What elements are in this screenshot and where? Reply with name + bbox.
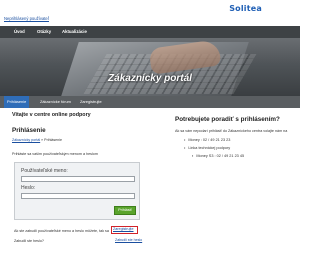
unauthenticated-user-link[interactable]: Neprihlásený používateľ xyxy=(4,16,49,21)
login-heading: Prihlásenie xyxy=(12,127,46,134)
subnav-item-forum[interactable]: Zákaznícke fórum xyxy=(40,96,71,108)
login-button[interactable]: Prihlásiť xyxy=(114,206,136,215)
register-link-highlighted[interactable]: Zaregistrujte xyxy=(111,226,138,234)
welcome-heading: Vitajte v centre online podpory xyxy=(12,112,91,118)
nav-item-updates[interactable]: Aktualizácie xyxy=(62,26,87,38)
forgot-password-text: Zabudli ste heslo? xyxy=(14,239,44,243)
help-text: Ak sa vám nepodarí prihlásiť do Zákazníc… xyxy=(175,129,288,133)
login-form: Používateľské meno: Heslo: Prihlásiť xyxy=(14,162,140,220)
top-bar: Neprihlásený používateľ Solitea xyxy=(0,0,300,24)
help-heading: Potrebujete poradiť s prihlásením? xyxy=(175,116,280,123)
username-label: Používateľské meno: xyxy=(21,168,68,174)
breadcrumb: Zákaznícky portál » Prihlásenie xyxy=(12,138,152,142)
solitea-logo[interactable]: Solitea xyxy=(229,4,262,13)
sub-nav: Prihlásenie Zákaznícke fórum Zaregistruj… xyxy=(0,96,300,108)
login-section: Vitajte v centre online podpory Prihláse… xyxy=(12,112,152,142)
help-section: Potrebujete poradiť s prihlásením? Ak sa… xyxy=(175,116,295,133)
breadcrumb-current: Prihlásenie xyxy=(44,138,62,142)
forgot-credentials-text: Ak ste zabudli používateľské meno a hesl… xyxy=(14,229,109,233)
nav-item-questions[interactable]: Otázky xyxy=(37,26,51,38)
contact-tech-support: Linka technickej podpory xyxy=(184,146,244,150)
hero-banner: Zákaznícky portál xyxy=(0,38,300,96)
contact-money-phone: Money : 02 / 49 21 23 23 xyxy=(184,138,244,142)
hero-title: Zákaznícky portál xyxy=(108,73,192,84)
subnav-item-register[interactable]: Zaregistrujte xyxy=(80,96,102,108)
breadcrumb-home-link[interactable]: Zákaznícky portál xyxy=(12,138,40,142)
main-nav: Úvod Otázky Aktualizácie xyxy=(0,26,300,38)
contact-money-s3-phone: Money S3 : 02 / 49 21 23 45 xyxy=(192,154,244,158)
nav-item-home[interactable]: Úvod xyxy=(14,26,25,38)
username-input[interactable] xyxy=(21,176,135,182)
contact-list: Money : 02 / 49 21 23 23 Linka technicke… xyxy=(184,138,244,162)
subnav-item-login[interactable]: Prihlásenie xyxy=(4,96,30,108)
password-input[interactable] xyxy=(21,193,135,199)
login-intro-text: Prihláste sa vašim používateľským menom … xyxy=(12,152,98,156)
forgot-password-link[interactable]: Zabudli ste heslo xyxy=(115,238,142,242)
password-label: Heslo: xyxy=(21,185,36,191)
